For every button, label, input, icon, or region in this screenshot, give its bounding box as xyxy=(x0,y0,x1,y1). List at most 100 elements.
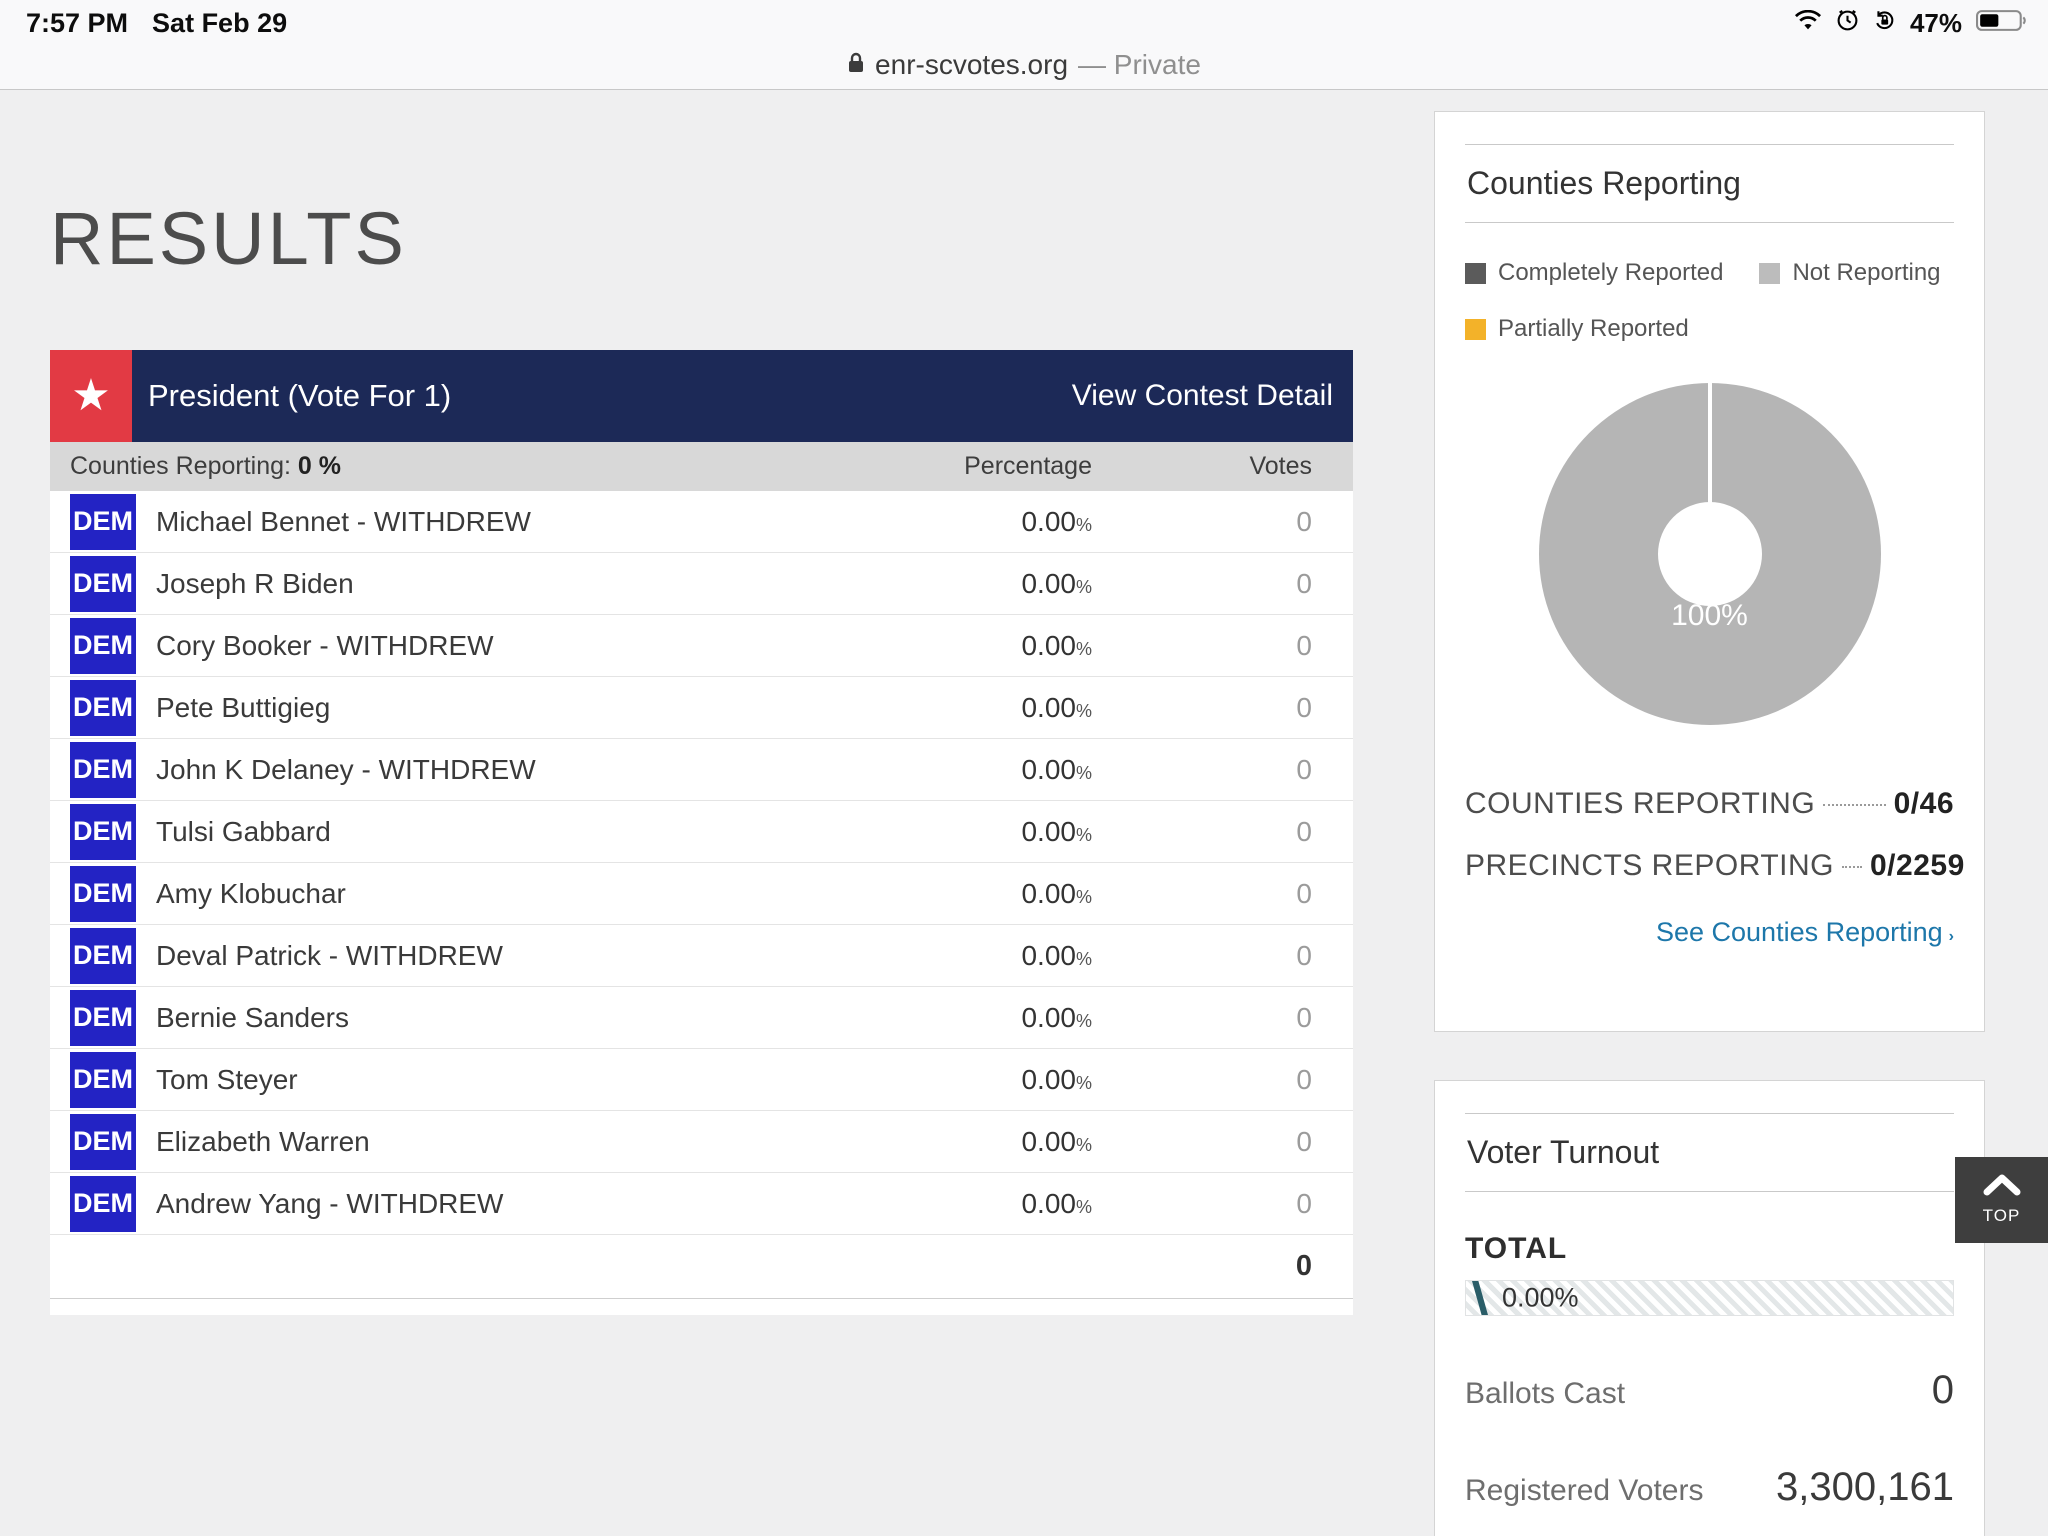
url-text: enr-scvotes.org xyxy=(875,49,1068,81)
table-row: DEM Andrew Yang - WITHDREW 0.00% 0 xyxy=(50,1173,1353,1235)
wifi-icon xyxy=(1794,10,1822,36)
status-date: Sat Feb 29 xyxy=(152,8,287,39)
donut-gap xyxy=(1708,383,1712,503)
candidate-votes: 0 xyxy=(1092,754,1353,786)
table-row: DEM Michael Bennet - WITHDREW 0.00% 0 xyxy=(50,491,1353,553)
table-row: DEM Amy Klobuchar 0.00% 0 xyxy=(50,863,1353,925)
candidate-votes: 0 xyxy=(1092,1126,1353,1158)
percent-symbol: % xyxy=(1076,701,1092,721)
counties-reporting-card: Counties Reporting Completely Reported N… xyxy=(1434,111,1985,1032)
candidate-pct: 0.00 xyxy=(1021,1064,1076,1095)
party-badge: DEM xyxy=(70,680,136,736)
total-votes: 0 xyxy=(1092,1250,1353,1283)
contest-title: President (Vote For 1) xyxy=(132,350,1072,442)
candidate-pct: 0.00 xyxy=(1021,506,1076,537)
candidate-name: Pete Buttigieg xyxy=(156,692,842,724)
registered-voters-value: 3,300,161 xyxy=(1776,1465,1954,1510)
table-row: DEM Tulsi Gabbard 0.00% 0 xyxy=(50,801,1353,863)
registered-voters-label: Registered Voters xyxy=(1465,1474,1703,1508)
battery-percentage: 47% xyxy=(1910,8,1962,39)
party-badge: DEM xyxy=(70,742,136,798)
legend-label: Not Reporting xyxy=(1792,259,1940,287)
candidate-name: Tom Steyer xyxy=(156,1064,842,1096)
counties-donut-chart: 100% xyxy=(1539,383,1881,725)
table-row: DEM Pete Buttigieg 0.00% 0 xyxy=(50,677,1353,739)
legend-swatch xyxy=(1465,319,1486,340)
legend-item: Not Reporting xyxy=(1759,259,1940,287)
candidate-votes: 0 xyxy=(1092,630,1353,662)
table-row: DEM Joseph R Biden 0.00% 0 xyxy=(50,553,1353,615)
ballots-cast-label: Ballots Cast xyxy=(1465,1377,1625,1411)
candidate-name: Tulsi Gabbard xyxy=(156,816,842,848)
candidate-pct: 0.00 xyxy=(1021,568,1076,599)
party-badge: DEM xyxy=(70,494,136,550)
candidate-votes: 0 xyxy=(1092,878,1353,910)
candidate-name: Deval Patrick - WITHDREW xyxy=(156,940,842,972)
status-time-date: 7:57 PM Sat Feb 29 xyxy=(26,8,287,39)
turnout-percentage: 0.00% xyxy=(1502,1283,1579,1314)
party-badge: DEM xyxy=(70,556,136,612)
turnout-total-label: TOTAL xyxy=(1465,1232,1954,1266)
candidate-pct: 0.00 xyxy=(1021,630,1076,661)
candidate-votes: 0 xyxy=(1092,940,1353,972)
party-badge: DEM xyxy=(70,928,136,984)
turnout-bar-fill xyxy=(1472,1281,1488,1315)
party-badge: DEM xyxy=(70,990,136,1046)
status-bar: 7:57 PM Sat Feb 29 47% xyxy=(0,0,2048,40)
candidate-pct: 0.00 xyxy=(1021,816,1076,847)
contest-subheader: Counties Reporting: 0 % Percentage Votes xyxy=(50,442,1353,491)
table-row: DEM Cory Booker - WITHDREW 0.00% 0 xyxy=(50,615,1353,677)
party-badge: DEM xyxy=(70,1176,136,1232)
candidate-name: Andrew Yang - WITHDREW xyxy=(156,1188,842,1220)
precincts-reporting-label: PRECINCTS REPORTING xyxy=(1465,849,1834,883)
candidate-name: Cory Booker - WITHDREW xyxy=(156,630,842,662)
candidate-votes: 0 xyxy=(1092,692,1353,724)
dotted-leader xyxy=(1842,866,1862,868)
party-badge: DEM xyxy=(70,1114,136,1170)
view-contest-detail-link[interactable]: View Contest Detail xyxy=(1072,350,1353,442)
candidate-pct: 0.00 xyxy=(1021,754,1076,785)
candidate-name: Michael Bennet - WITHDREW xyxy=(156,506,842,538)
legend-item: Completely Reported xyxy=(1465,259,1723,287)
donut-percentage-label: 100% xyxy=(1539,599,1881,633)
counties-reporting-inline-value: 0 % xyxy=(298,452,341,480)
percent-symbol: % xyxy=(1076,825,1092,845)
percent-symbol: % xyxy=(1076,887,1092,907)
candidate-pct: 0.00 xyxy=(1021,1002,1076,1033)
counties-reporting-inline: Counties Reporting: 0 % xyxy=(70,452,842,481)
candidate-pct: 0.00 xyxy=(1021,878,1076,909)
legend-label: Completely Reported xyxy=(1498,259,1723,287)
candidate-name: Joseph R Biden xyxy=(156,568,842,600)
private-label: — Private xyxy=(1078,49,1201,81)
registered-voters-row: Registered Voters 3,300,161 xyxy=(1465,1465,1954,1510)
percent-symbol: % xyxy=(1076,949,1092,969)
arrow-up-icon xyxy=(1982,1174,2022,1201)
percent-symbol: % xyxy=(1076,1011,1092,1031)
candidate-votes: 0 xyxy=(1092,1002,1353,1034)
turnout-card-title: Voter Turnout xyxy=(1467,1134,1952,1171)
candidate-votes: 0 xyxy=(1092,568,1353,600)
percent-symbol: % xyxy=(1076,515,1092,535)
legend-item: Partially Reported xyxy=(1465,315,1689,343)
back-to-top-button[interactable]: TOP xyxy=(1955,1157,2048,1243)
percent-symbol: % xyxy=(1076,1135,1092,1155)
see-counties-row: See Counties Reporting› xyxy=(1465,917,1954,948)
page-title: RESULTS xyxy=(50,196,407,281)
star-icon: ★ xyxy=(71,374,110,418)
see-counties-reporting-link[interactable]: See Counties Reporting xyxy=(1656,917,1943,947)
address-bar[interactable]: enr-scvotes.org — Private xyxy=(0,40,2048,90)
party-badge: DEM xyxy=(70,804,136,860)
voter-turnout-card: Voter Turnout TOTAL 0.00% Ballots Cast 0… xyxy=(1434,1080,1985,1536)
counties-reporting-label: COUNTIES REPORTING xyxy=(1465,787,1815,821)
votes-column-header: Votes xyxy=(1092,452,1353,481)
lock-icon xyxy=(847,51,865,80)
percent-symbol: % xyxy=(1076,577,1092,597)
browser-chrome: 7:57 PM Sat Feb 29 47% xyxy=(0,0,2048,90)
total-row: 0 xyxy=(50,1235,1353,1299)
table-row: DEM Bernie Sanders 0.00% 0 xyxy=(50,987,1353,1049)
percentage-column-header: Percentage xyxy=(842,452,1092,481)
legend-label: Partially Reported xyxy=(1498,315,1689,343)
percent-symbol: % xyxy=(1076,1073,1092,1093)
candidate-votes: 0 xyxy=(1092,1188,1353,1220)
donut-hole xyxy=(1658,502,1762,606)
